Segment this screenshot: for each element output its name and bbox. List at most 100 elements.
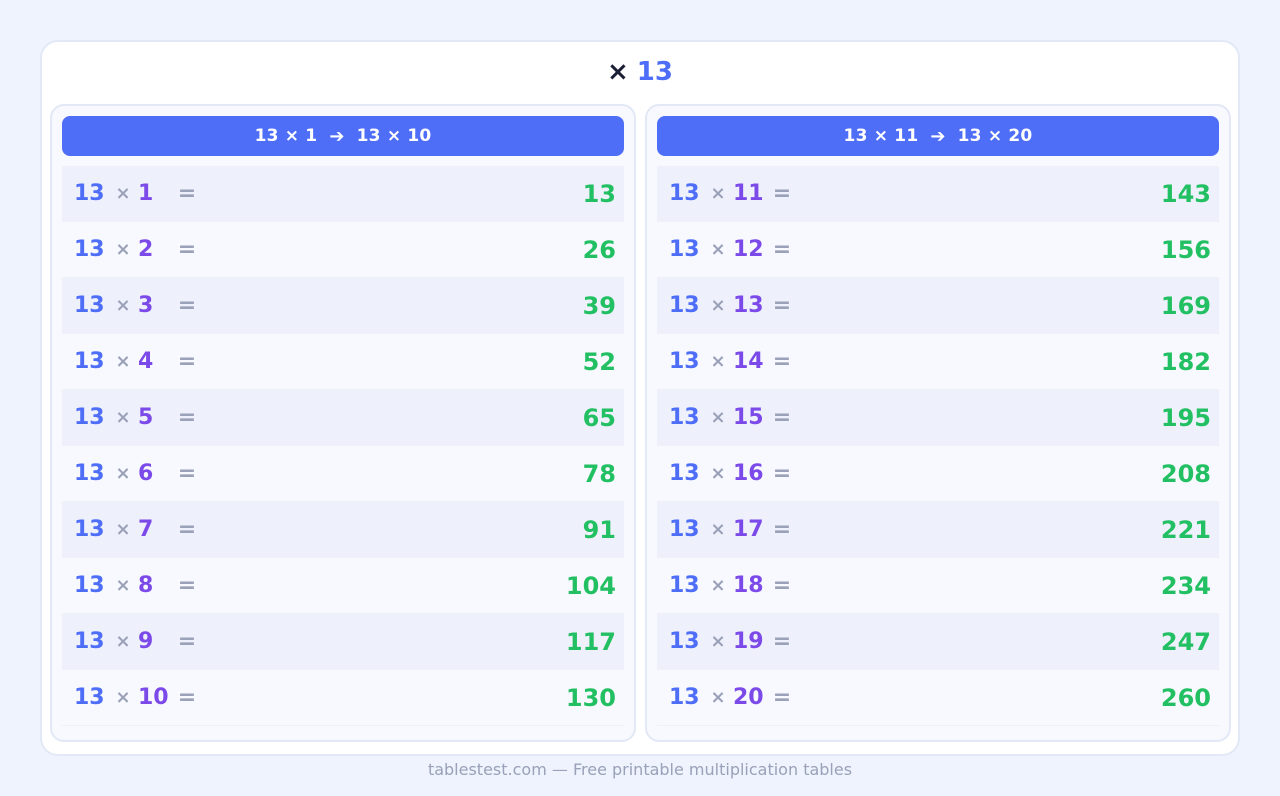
table-row: 13 × 9 = 117 [62, 614, 624, 670]
table-row: 13 × 19 = 247 [657, 614, 1219, 670]
equals-sign: = [772, 405, 792, 430]
product: 117 [565, 627, 616, 656]
multiplier: 13 [733, 293, 764, 318]
equals-sign: = [772, 461, 792, 486]
multiplier: 3 [138, 293, 154, 318]
times-sign: × [115, 519, 131, 540]
multiplicand: 13 [74, 293, 105, 318]
times-sign: × [710, 239, 726, 260]
equals-sign: = [772, 349, 792, 374]
times-sign: × [115, 463, 131, 484]
times-sign: × [115, 407, 131, 428]
multiplicand: 13 [669, 405, 700, 430]
table-row: 13 × 8 = 104 [62, 558, 624, 614]
equals-sign: = [177, 685, 197, 710]
table-row: 13 × 17 = 221 [657, 502, 1219, 558]
product: 39 [582, 291, 616, 320]
panel-header-right: 13 × 11 ➔ 13 × 20 [657, 116, 1219, 156]
equals-sign: = [177, 405, 197, 430]
equals-sign: = [772, 181, 792, 206]
multiplier: 12 [733, 237, 764, 262]
product: 52 [582, 347, 616, 376]
header-range-end: 13 × 20 [957, 126, 1033, 146]
table-row: 13 × 5 = 65 [62, 390, 624, 446]
product: 13 [582, 179, 616, 208]
product: 195 [1160, 403, 1211, 432]
times-sign: × [710, 519, 726, 540]
equals-sign: = [177, 237, 197, 262]
table-card: × 13 13 × 1 ➔ 13 × 10 13 × 1 = 13 13 × 2 = 26 13 × 3 =… [40, 40, 1240, 756]
multiplier: 9 [138, 629, 154, 654]
multiplier: 7 [138, 517, 154, 542]
multiplicand: 13 [74, 349, 105, 374]
table-row: 13 × 20 = 260 [657, 670, 1219, 726]
times-sign: × [710, 463, 726, 484]
table-row: 13 × 15 = 195 [657, 390, 1219, 446]
product: 221 [1160, 515, 1211, 544]
equals-sign: = [772, 517, 792, 542]
multiplier: 20 [733, 685, 764, 710]
product: 260 [1160, 683, 1211, 712]
times-sign: × [710, 295, 726, 316]
product: 26 [582, 235, 616, 264]
product: 182 [1160, 347, 1211, 376]
multiplier: 2 [138, 237, 154, 262]
equals-sign: = [772, 237, 792, 262]
product: 91 [582, 515, 616, 544]
product: 247 [1160, 627, 1211, 656]
equals-sign: = [772, 293, 792, 318]
equals-sign: = [772, 629, 792, 654]
title-number: 13 [636, 57, 673, 87]
table-row: 13 × 2 = 26 [62, 222, 624, 278]
multiplier: 14 [733, 349, 764, 374]
multiplicand: 13 [74, 685, 105, 710]
table-row: 13 × 12 = 156 [657, 222, 1219, 278]
multiplicand: 13 [669, 517, 700, 542]
multiplicand: 13 [669, 293, 700, 318]
rows-right: 13 × 11 = 143 13 × 12 = 156 13 × 13 = 169 13 × 14 = 182 13 × 1… [657, 166, 1219, 726]
multiplicand: 13 [669, 461, 700, 486]
table-row: 13 × 16 = 208 [657, 446, 1219, 502]
product: 234 [1160, 571, 1211, 600]
table-row: 13 × 14 = 182 [657, 334, 1219, 390]
product: 130 [565, 683, 616, 712]
times-sign: × [115, 351, 131, 372]
multiplier: 5 [138, 405, 154, 430]
panel-right: 13 × 11 ➔ 13 × 20 13 × 11 = 143 13 × 12 = 156 13 × 1… [645, 104, 1231, 742]
multiplier: 8 [138, 573, 154, 598]
multiplicand: 13 [669, 685, 700, 710]
table-row: 13 × 4 = 52 [62, 334, 624, 390]
product: 143 [1160, 179, 1211, 208]
multiplicand: 13 [74, 573, 105, 598]
multiplier: 19 [733, 629, 764, 654]
multiplier: 4 [138, 349, 154, 374]
product: 169 [1160, 291, 1211, 320]
times-sign: × [115, 631, 131, 652]
multiplicand: 13 [669, 629, 700, 654]
multiplier: 1 [138, 181, 154, 206]
times-sign: × [710, 631, 726, 652]
footer-text: tablestest.com — Free printable multipli… [427, 760, 853, 779]
product: 78 [582, 459, 616, 488]
times-sign: × [710, 183, 726, 204]
table-row: 13 × 18 = 234 [657, 558, 1219, 614]
multiplicand: 13 [669, 237, 700, 262]
equals-sign: = [772, 573, 792, 598]
table-row: 13 × 7 = 91 [62, 502, 624, 558]
multiplicand: 13 [74, 517, 105, 542]
multiplier: 17 [733, 517, 764, 542]
rows-left: 13 × 1 = 13 13 × 2 = 26 13 × 3 = 39 13 × 4 = 52 13 × 5 = 65 13 × 6 =… [62, 166, 624, 726]
multiplicand: 13 [74, 461, 105, 486]
table-row: 13 × 13 = 169 [657, 278, 1219, 334]
header-range-start: 13 × 11 [843, 126, 919, 146]
multiplicand: 13 [669, 349, 700, 374]
table-row: 13 × 6 = 78 [62, 446, 624, 502]
equals-sign: = [177, 293, 197, 318]
arrow-right-icon: ➔ [329, 125, 345, 147]
multiplier: 10 [138, 685, 169, 710]
equals-sign: = [177, 517, 197, 542]
multiplicand: 13 [74, 405, 105, 430]
multiplier: 11 [733, 181, 764, 206]
multiplicand: 13 [669, 181, 700, 206]
times-sign: × [115, 239, 131, 260]
